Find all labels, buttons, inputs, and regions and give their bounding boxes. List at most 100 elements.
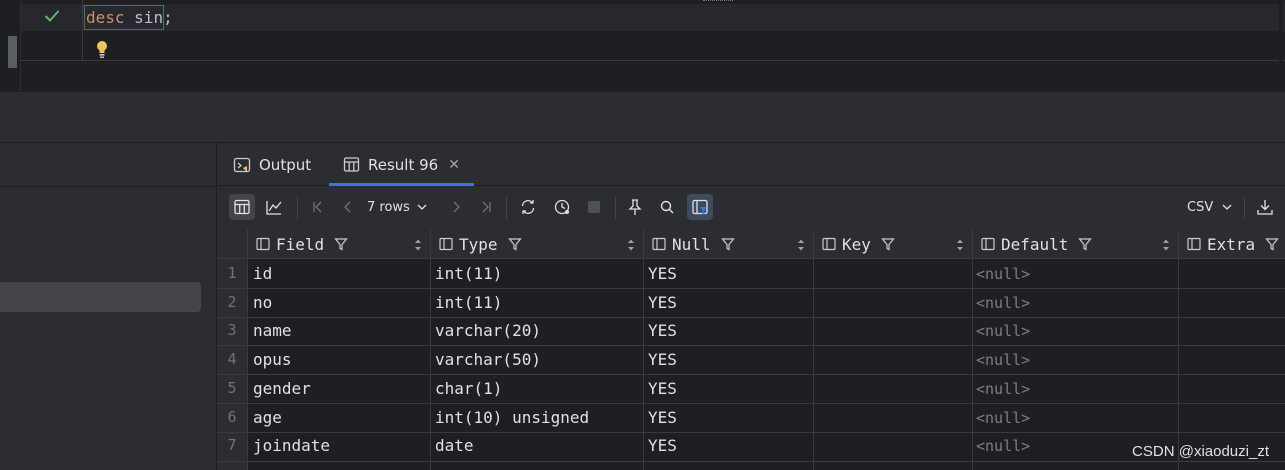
cell-type[interactable]: int(11) (435, 293, 502, 312)
last-page-icon[interactable] (473, 194, 499, 220)
cell-null[interactable]: YES (648, 321, 677, 340)
column-icon (439, 237, 453, 251)
cell-type[interactable]: char(1) (435, 379, 502, 398)
row-number: 7 (227, 436, 237, 454)
toolbar-separator (506, 197, 507, 219)
sort-icon[interactable] (797, 237, 805, 256)
history-icon[interactable] (549, 194, 575, 220)
sort-icon[interactable] (414, 237, 422, 256)
column-name: Type (459, 234, 498, 254)
row-number: 2 (227, 293, 237, 311)
cell-type[interactable]: varchar(20) (435, 321, 541, 340)
results-grid[interactable]: Field Type Null Key Default Extra 1 id i… (217, 229, 1285, 470)
cell-default[interactable]: <null> (976, 351, 1030, 369)
column-icon (981, 237, 995, 251)
cell-null[interactable]: YES (648, 293, 677, 312)
column-icon (1187, 237, 1201, 251)
row-number: 3 (227, 321, 237, 339)
close-icon[interactable]: ✕ (448, 157, 460, 173)
download-icon[interactable] (1252, 194, 1278, 220)
toolbar-separator (615, 197, 616, 219)
sql-editor[interactable]: desc sin; (0, 0, 1285, 91)
toolbar-separator (1244, 197, 1245, 219)
sort-icon[interactable] (1162, 237, 1170, 256)
sort-icon[interactable] (956, 237, 964, 256)
stop-icon[interactable] (581, 194, 607, 220)
column-header-extra[interactable]: Extra (1178, 229, 1285, 259)
cell-field[interactable]: joindate (253, 436, 330, 455)
cell-default[interactable]: <null> (976, 322, 1030, 340)
row-divider (217, 317, 1285, 318)
cell-field[interactable]: opus (253, 350, 292, 369)
filter-icon[interactable] (334, 237, 348, 251)
column-icon (822, 237, 836, 251)
row-divider (217, 345, 1285, 346)
column-header-default[interactable]: Default (972, 229, 1178, 259)
check-icon (45, 10, 59, 22)
editor-bottom-band (0, 91, 1285, 141)
pin-icon[interactable] (622, 194, 648, 220)
cell-field[interactable]: id (253, 264, 272, 283)
cell-default[interactable]: <null> (976, 380, 1030, 398)
editor-line-separator (21, 60, 1285, 61)
cell-field[interactable]: age (253, 408, 282, 427)
results-tabbar: Output Result 96 ✕ (217, 143, 1285, 186)
table-view-icon[interactable] (229, 194, 255, 220)
services-panel (0, 142, 216, 470)
refresh-icon[interactable] (515, 194, 541, 220)
filter-view-icon[interactable] (687, 194, 713, 220)
search-icon[interactable] (654, 194, 680, 220)
column-header-field[interactable]: Field (247, 229, 430, 259)
cell-type[interactable]: int(10) unsigned (435, 408, 589, 427)
chevron-down-icon (1222, 204, 1232, 210)
filter-icon[interactable] (507, 237, 522, 251)
filter-icon[interactable] (1078, 237, 1093, 251)
column-name: Default (1001, 234, 1069, 254)
lightbulb-icon[interactable] (94, 39, 110, 59)
column-name: Null (672, 234, 711, 254)
chart-view-icon[interactable] (261, 194, 287, 220)
editor-scrollbar[interactable] (1279, 4, 1283, 91)
column-divider (1178, 259, 1179, 470)
tab-output[interactable]: Output (233, 143, 311, 186)
first-page-icon[interactable] (305, 194, 331, 220)
services-selected-item[interactable] (0, 282, 201, 312)
next-page-icon[interactable] (443, 194, 469, 220)
cell-type[interactable]: int(11) (435, 264, 502, 283)
cell-default[interactable]: <null> (976, 294, 1030, 312)
cell-field[interactable]: name (253, 321, 292, 340)
watermark: CSDN @xiaoduzi_zt (1132, 443, 1269, 460)
row-divider (217, 374, 1285, 375)
sort-icon[interactable] (627, 237, 635, 256)
cell-default[interactable]: <null> (976, 409, 1030, 427)
column-header-null[interactable]: Null (643, 229, 813, 259)
cell-null[interactable]: YES (648, 436, 677, 455)
column-icon (256, 237, 270, 251)
row-divider (217, 403, 1285, 404)
row-number: 1 (227, 264, 237, 282)
cell-null[interactable]: YES (648, 408, 677, 427)
editor-current-line[interactable] (21, 4, 1285, 31)
cell-type[interactable]: varchar(50) (435, 350, 541, 369)
page-size-dropdown[interactable]: 7 rows (367, 194, 428, 220)
previous-page-icon[interactable] (335, 194, 361, 220)
cell-null[interactable]: YES (648, 264, 677, 283)
filter-icon[interactable] (720, 237, 735, 251)
column-header-type[interactable]: Type (430, 229, 643, 259)
sql-statement[interactable]: desc sin; (86, 8, 173, 27)
cell-field[interactable]: gender (253, 379, 311, 398)
cell-field[interactable]: no (253, 293, 272, 312)
cell-null[interactable]: YES (648, 379, 677, 398)
filter-icon[interactable] (881, 237, 895, 251)
tab-result[interactable]: Result 96 ✕ (329, 143, 474, 186)
column-header-key[interactable]: Key (813, 229, 972, 259)
cell-type[interactable]: date (435, 436, 474, 455)
gutter-divider (20, 0, 21, 91)
filter-icon[interactable] (1265, 237, 1279, 251)
cell-null[interactable]: YES (648, 350, 677, 369)
cell-default[interactable]: <null> (976, 437, 1030, 455)
editor-drag-handle[interactable] (703, 0, 733, 2)
chevron-down-icon (417, 204, 427, 210)
cell-default[interactable]: <null> (976, 265, 1030, 283)
export-format-dropdown[interactable]: CSV (1187, 194, 1233, 220)
